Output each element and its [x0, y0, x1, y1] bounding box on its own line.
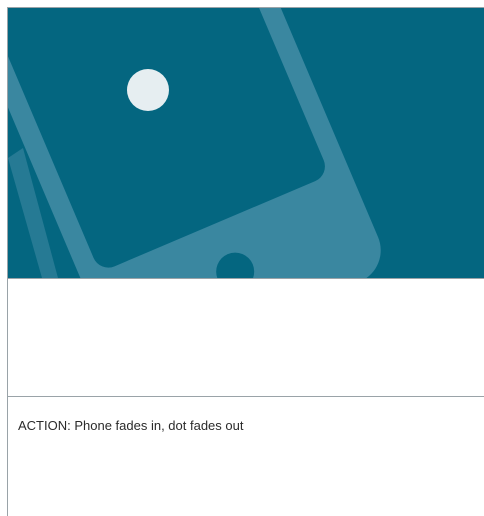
dot-icon [127, 69, 169, 111]
notes-top-divider [8, 396, 484, 397]
storyboard-frame: ACTION: Phone fades in, dot fades out [0, 0, 484, 516]
phone-illustration [8, 8, 381, 278]
action-caption: ACTION: Phone fades in, dot fades out [18, 418, 244, 433]
panel-bottom-divider [8, 278, 484, 279]
illustration-panel [8, 8, 484, 278]
phone-icon [8, 8, 381, 278]
